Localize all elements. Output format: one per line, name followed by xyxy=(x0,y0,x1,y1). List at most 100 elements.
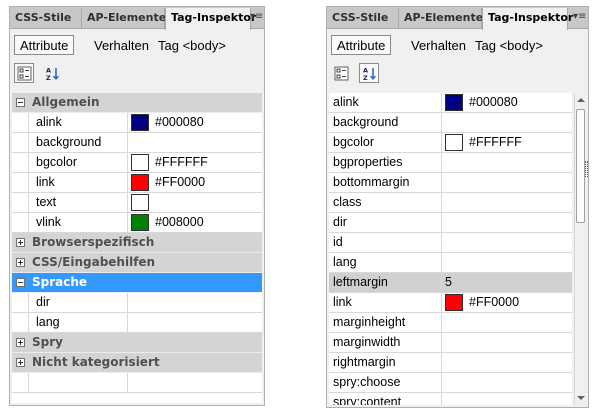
property-name: text xyxy=(36,195,57,209)
property-name: bgcolor xyxy=(36,155,77,169)
property-row-bgproperties[interactable]: bgproperties xyxy=(329,153,572,173)
property-value[interactable]: #008000 xyxy=(155,215,204,229)
property-row-spry-choose[interactable]: spry:choose xyxy=(329,373,572,393)
property-row-background[interactable]: background xyxy=(329,113,572,133)
panel-options-menu-icon[interactable]: ▾≡ xyxy=(250,11,263,22)
column-resize-handle[interactable] xyxy=(585,161,588,177)
subtab-verhalten[interactable]: Verhalten xyxy=(88,35,155,55)
color-swatch[interactable] xyxy=(445,94,463,111)
property-row-lang[interactable]: lang xyxy=(12,313,262,333)
property-name: lang xyxy=(36,315,60,329)
property-row-link[interactable]: link #FF0000 xyxy=(329,293,572,313)
property-row-rightmargin[interactable]: rightmargin xyxy=(329,353,572,373)
property-row-alink[interactable]: alink #000080 xyxy=(12,113,262,133)
current-tag-label: Tag <body> xyxy=(475,38,543,53)
property-value[interactable]: #000080 xyxy=(155,115,204,129)
color-swatch[interactable] xyxy=(131,174,149,191)
color-swatch[interactable] xyxy=(445,134,463,151)
scroll-thumb[interactable] xyxy=(576,109,585,223)
scroll-up-icon[interactable] xyxy=(577,98,585,102)
tab-css-stile[interactable]: CSS-Stile xyxy=(327,8,399,29)
sort-alphabetical-icon[interactable]: AZ xyxy=(359,63,379,83)
subtab-attribute[interactable]: Attribute xyxy=(331,35,392,55)
column-divider xyxy=(441,213,442,232)
property-row-dir[interactable]: dir xyxy=(329,213,572,233)
category-label: Spry xyxy=(32,335,63,349)
property-row-marginwidth[interactable]: marginwidth xyxy=(329,333,572,353)
tab-tag-inspektor[interactable]: Tag-Inspektor xyxy=(165,8,256,30)
subtab-verhalten[interactable]: Verhalten xyxy=(405,35,472,55)
property-value[interactable]: #FF0000 xyxy=(469,295,519,309)
color-swatch[interactable] xyxy=(131,214,149,231)
property-row-dir[interactable]: dir xyxy=(12,293,262,313)
column-divider xyxy=(441,193,442,212)
category-row-allgemein[interactable]: Allgemein xyxy=(12,93,262,113)
indent-divider xyxy=(28,173,29,192)
property-value[interactable]: #000080 xyxy=(469,95,518,109)
property-row-link[interactable]: link #FF0000 xyxy=(12,173,262,193)
property-row-text[interactable]: text xyxy=(12,193,262,213)
property-row-alink[interactable]: alink #000080 xyxy=(329,93,572,113)
property-row-leftmargin[interactable]: leftmargin 5 xyxy=(329,273,572,293)
property-name: background xyxy=(36,135,102,149)
category-view-icon[interactable] xyxy=(331,63,351,83)
scroll-down-icon[interactable] xyxy=(577,396,585,400)
indent-divider xyxy=(28,373,29,392)
sort-alphabetical-icon[interactable]: AZ xyxy=(42,63,62,83)
color-swatch[interactable] xyxy=(131,114,149,131)
property-name: dir xyxy=(36,295,50,309)
property-row-spry-content[interactable]: spry:content xyxy=(329,393,572,405)
indent-divider xyxy=(28,133,29,152)
collapse-icon[interactable] xyxy=(16,278,25,287)
color-swatch[interactable] xyxy=(445,294,463,311)
property-name: dir xyxy=(333,215,347,229)
property-value[interactable]: 5 xyxy=(445,275,452,289)
svg-text:Z: Z xyxy=(46,74,51,81)
category-row-browserspezifisch[interactable]: Browserspezifisch xyxy=(12,233,262,253)
tab-ap-elemente[interactable]: AP-Elemente xyxy=(399,8,483,29)
tab-ap-elemente[interactable]: AP-Elemente xyxy=(82,8,166,29)
property-value[interactable]: #FFFFFF xyxy=(469,135,522,149)
category-row-nicht-kategorisiert[interactable]: Nicht kategorisiert xyxy=(12,353,262,373)
column-divider xyxy=(441,293,442,312)
column-divider xyxy=(441,313,442,332)
property-row-class[interactable]: class xyxy=(329,193,572,213)
property-row-marginheight[interactable]: marginheight xyxy=(329,313,572,333)
svg-text:Z: Z xyxy=(363,74,368,81)
indent-divider xyxy=(28,213,29,232)
property-value[interactable]: #FF0000 xyxy=(155,175,205,189)
category-row-spry[interactable]: Spry xyxy=(12,333,262,353)
category-view-icon[interactable] xyxy=(14,63,34,83)
property-name: spry:content xyxy=(333,395,402,405)
property-name: id xyxy=(333,235,343,249)
inspector-subtab-bar: Attribute Verhalten Tag <body> xyxy=(10,30,264,58)
column-divider xyxy=(441,333,442,352)
property-row-vlink[interactable]: vlink #008000 xyxy=(12,213,262,233)
subtab-attribute[interactable]: Attribute xyxy=(14,35,75,55)
column-divider xyxy=(127,193,128,212)
expand-icon[interactable] xyxy=(16,358,25,367)
property-row-background[interactable]: background xyxy=(12,133,262,153)
expand-icon[interactable] xyxy=(16,258,25,267)
property-row-bgcolor[interactable]: bgcolor #FFFFFF xyxy=(12,153,262,173)
property-row-id[interactable]: id xyxy=(329,233,572,253)
collapse-icon[interactable] xyxy=(16,98,25,107)
category-row-css-eingabehilfen[interactable]: CSS/Eingabehilfen xyxy=(12,253,262,273)
column-divider xyxy=(441,113,442,132)
category-row-sprache[interactable]: Sprache xyxy=(12,273,262,293)
expand-icon[interactable] xyxy=(16,238,25,247)
column-divider xyxy=(441,153,442,172)
property-row-lang[interactable]: lang xyxy=(329,253,572,273)
tab-tag-inspektor[interactable]: Tag-Inspektor xyxy=(482,8,573,30)
color-swatch[interactable] xyxy=(131,194,149,211)
property-row-bgcolor[interactable]: bgcolor #FFFFFF xyxy=(329,133,572,153)
color-swatch[interactable] xyxy=(131,154,149,171)
tab-css-stile[interactable]: CSS-Stile xyxy=(10,8,82,29)
indent-divider xyxy=(28,193,29,212)
vertical-scrollbar[interactable] xyxy=(574,93,586,405)
property-value[interactable]: #FFFFFF xyxy=(155,155,208,169)
expand-icon[interactable] xyxy=(16,338,25,347)
column-divider xyxy=(127,173,128,192)
property-row-bottommargin[interactable]: bottommargin xyxy=(329,173,572,193)
panel-options-menu-icon[interactable]: ▾≡ xyxy=(573,11,586,22)
